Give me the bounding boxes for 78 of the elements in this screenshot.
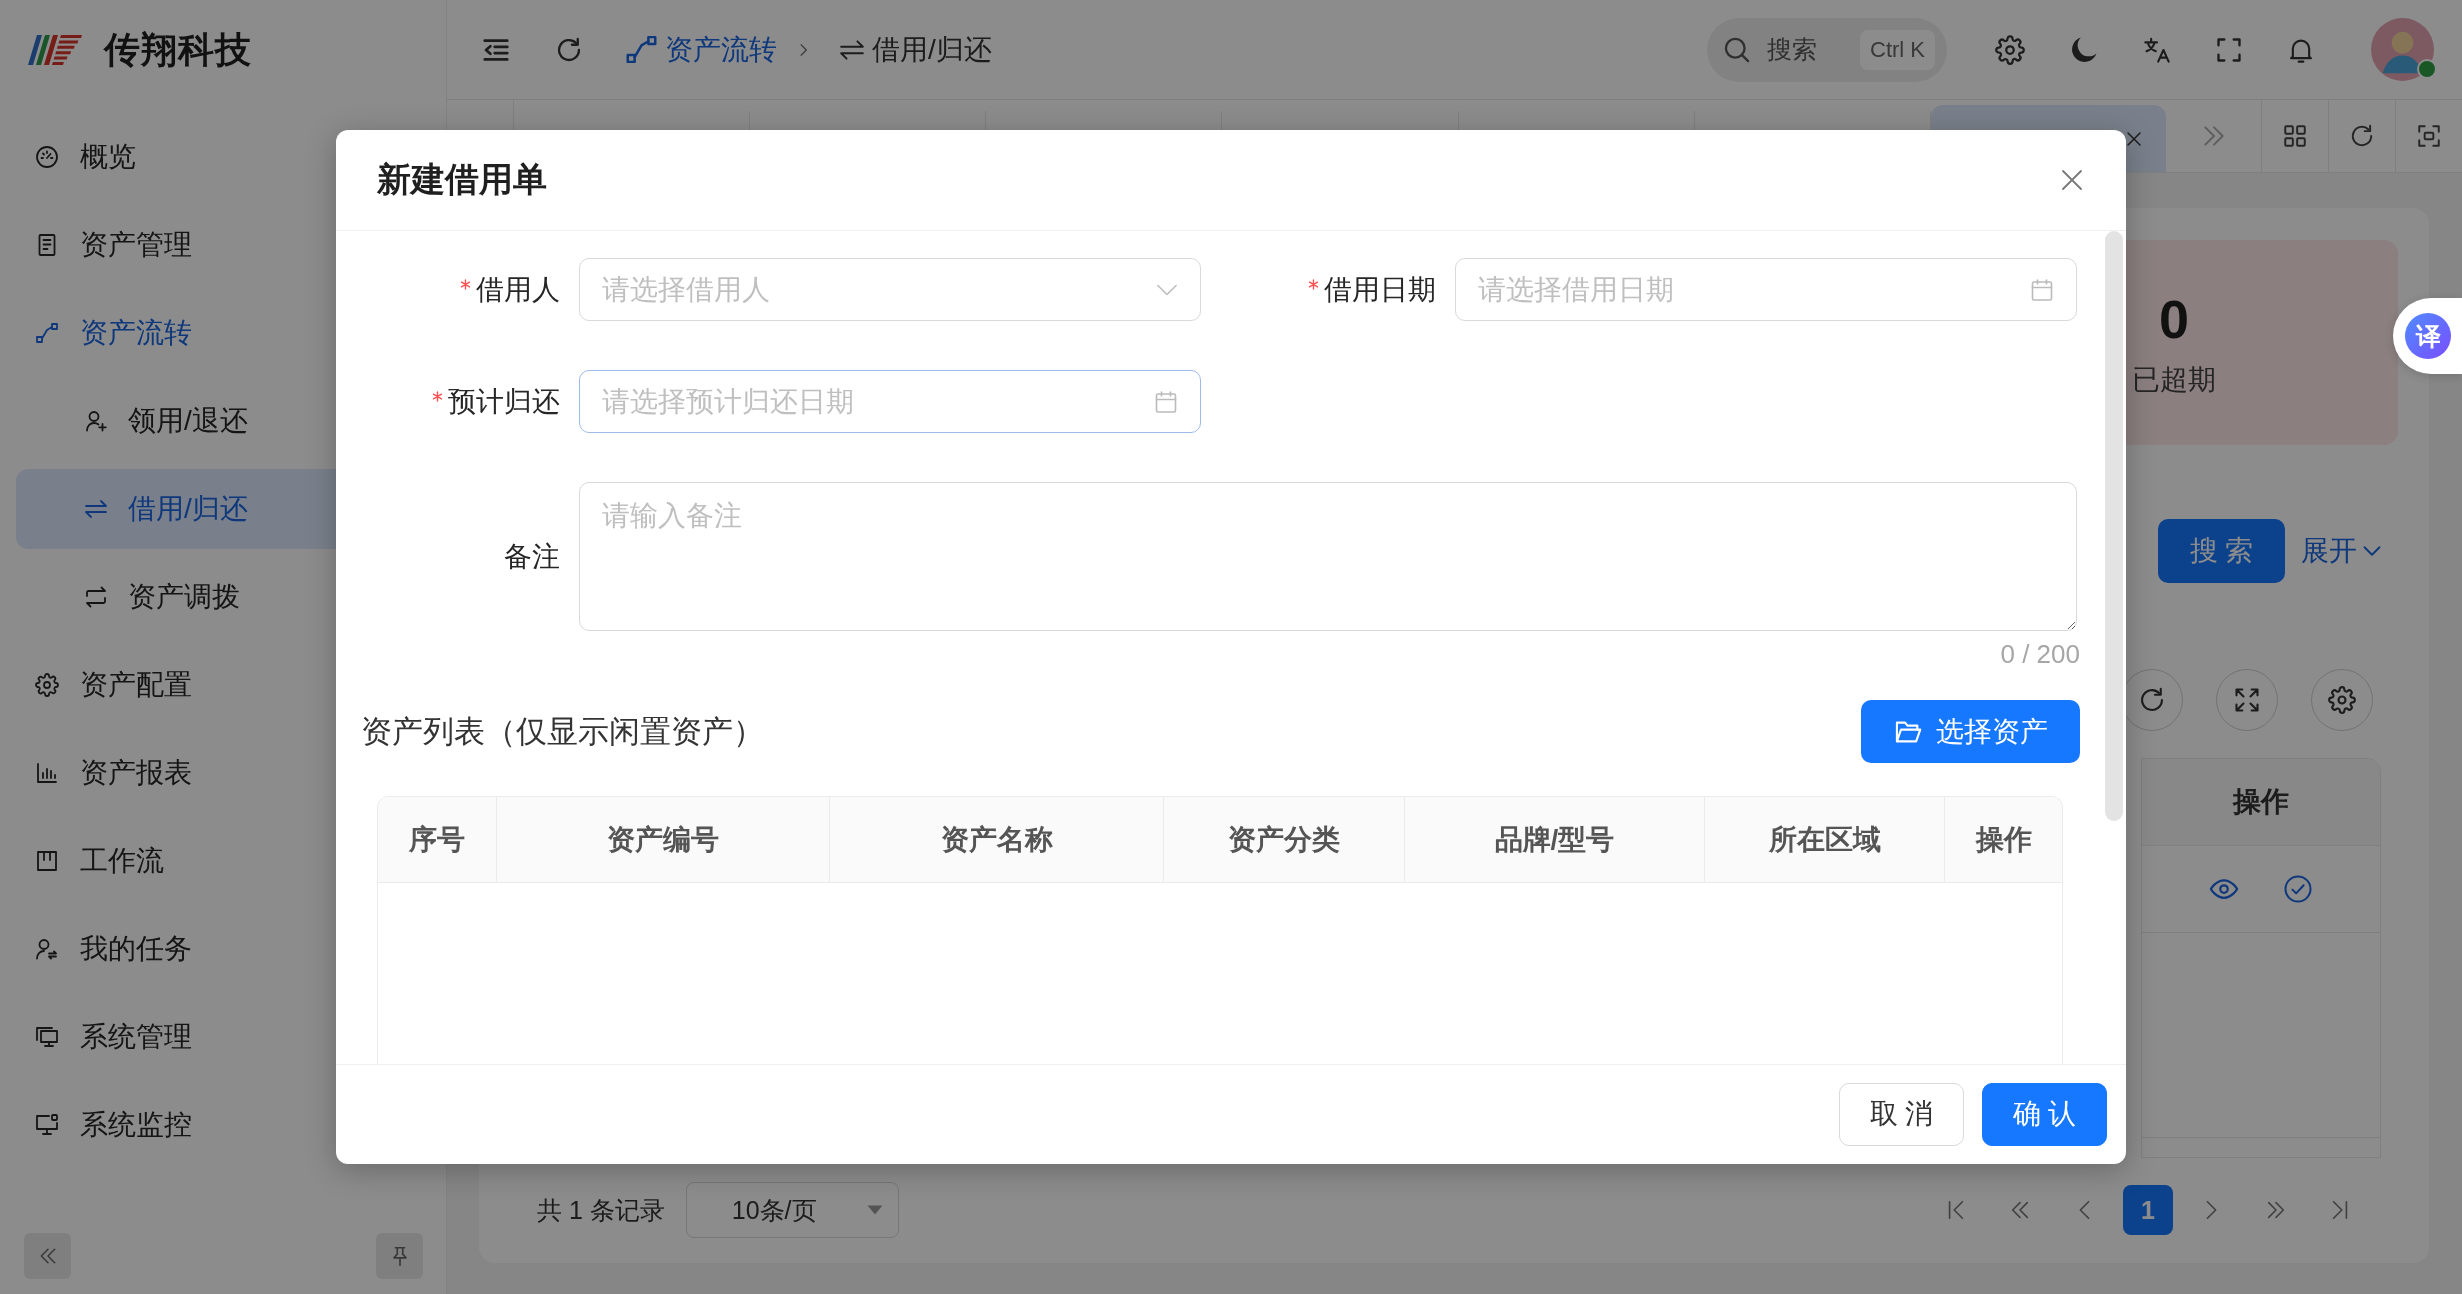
column-header: 资产编号 [497,797,830,883]
settings-icon[interactable] [1995,34,2025,65]
field-label: 借用日期 [1324,272,1436,307]
flow-icon [625,33,658,66]
menu-item[interactable]: 资产流转 [16,293,430,373]
monitor-settings-icon [35,1113,59,1137]
settings-icon [2328,686,2356,714]
refresh-icon[interactable] [2349,123,2375,149]
select-input[interactable]: 请选择借用人 [602,269,1156,310]
menu-item[interactable]: 系统监控 [16,1085,430,1165]
dialog-title: 新建借用单 [377,159,547,200]
page-size-select[interactable]: 10条/页 [685,1182,899,1238]
double-right-icon[interactable] [2265,1199,2287,1221]
menu-item[interactable]: 我的任务 [16,909,430,989]
date-picker[interactable]: 请选择借用日期 [1455,258,2077,321]
record-count: 共 1 条记录 [537,1194,665,1226]
column-header: 操作 [2142,759,2380,846]
date-input[interactable]: 请选择预计归还日期 [602,381,1154,422]
bar-chart-icon [35,761,59,785]
page-button[interactable]: 1 [2123,1185,2173,1235]
search-button[interactable]: 搜 索 [2158,519,2285,583]
refresh-icon[interactable] [555,35,583,64]
select-field[interactable]: 请选择借用人 [579,258,1201,321]
stat-label: 已超期 [2132,362,2216,397]
search-box[interactable]: 搜索 Ctrl K [1707,17,1947,82]
grid-icon[interactable] [2282,123,2308,149]
expand-arrows-icon [2233,686,2261,714]
close-icon[interactable] [2060,168,2084,192]
close-icon[interactable] [2126,130,2142,147]
menu-item[interactable]: 资产调拨 [16,557,430,637]
check-circle-icon[interactable] [2283,874,2313,904]
pin-button[interactable] [376,1233,423,1279]
column-header: 品牌/型号 [1405,797,1705,883]
search-icon [1723,35,1751,64]
column-header: 操作 [1945,797,2062,883]
shortcut-hint: Ctrl K [1860,29,1935,70]
brand-name: 传翔科技 [104,27,252,72]
double-left-icon[interactable] [2009,1199,2031,1221]
calendar-icon [1154,389,1178,414]
confirm-button[interactable]: 确 认 [1982,1082,2107,1146]
calendar-icon [2030,277,2054,302]
stat-value: 0 [2158,287,2189,351]
refresh-icon [2138,686,2166,714]
translate-button[interactable]: 译 [2405,313,2451,359]
settings-icon [35,673,59,697]
fullscreen-icon[interactable] [2215,35,2243,64]
dashboard-icon [35,145,59,169]
field-label: 备注 [504,539,560,574]
expand-link[interactable]: 展开 [2301,532,2381,570]
field-label: 预计归还 [448,384,560,419]
column-header: 序号 [378,797,497,883]
scrollbar-thumb[interactable] [2105,231,2123,821]
menu-item[interactable]: 资产管理 [16,205,430,285]
column-header: 资产名称 [830,797,1164,883]
breadcrumb-link[interactable]: 资产流转 [625,30,777,69]
focus-frame-icon[interactable] [2416,123,2442,149]
character-counter: 0 / 200 [2000,638,2080,670]
logo-icon [28,35,82,65]
translate-icon[interactable] [2143,35,2171,64]
column-header: 资产分类 [1164,797,1405,883]
date-picker[interactable]: 请选择预计归还日期 [579,370,1201,433]
section-title: 资产列表（仅显示闲置资产） [361,712,764,751]
menu-item[interactable]: 系统管理 [16,997,430,1077]
select-assets-button[interactable]: 选择资产 [1861,700,2080,763]
user-task-icon [35,937,59,961]
date-input[interactable]: 请选择借用日期 [1478,269,2030,310]
user-avatar[interactable] [2371,18,2434,81]
menu-item[interactable]: 领用/退还 [16,381,430,461]
cancel-button[interactable]: 取 消 [1839,1082,1964,1146]
breadcrumb-current: 借用/归还 [839,30,992,69]
repeat-icon [84,585,108,609]
field-label: 借用人 [476,272,560,307]
flow-icon [35,321,59,345]
user-add-icon [84,409,108,433]
remark-field[interactable]: 请输入备注 [579,482,2077,631]
column-header: 所在区域 [1705,797,1945,883]
monitor-icon [35,1025,59,1049]
board-icon [35,849,59,873]
